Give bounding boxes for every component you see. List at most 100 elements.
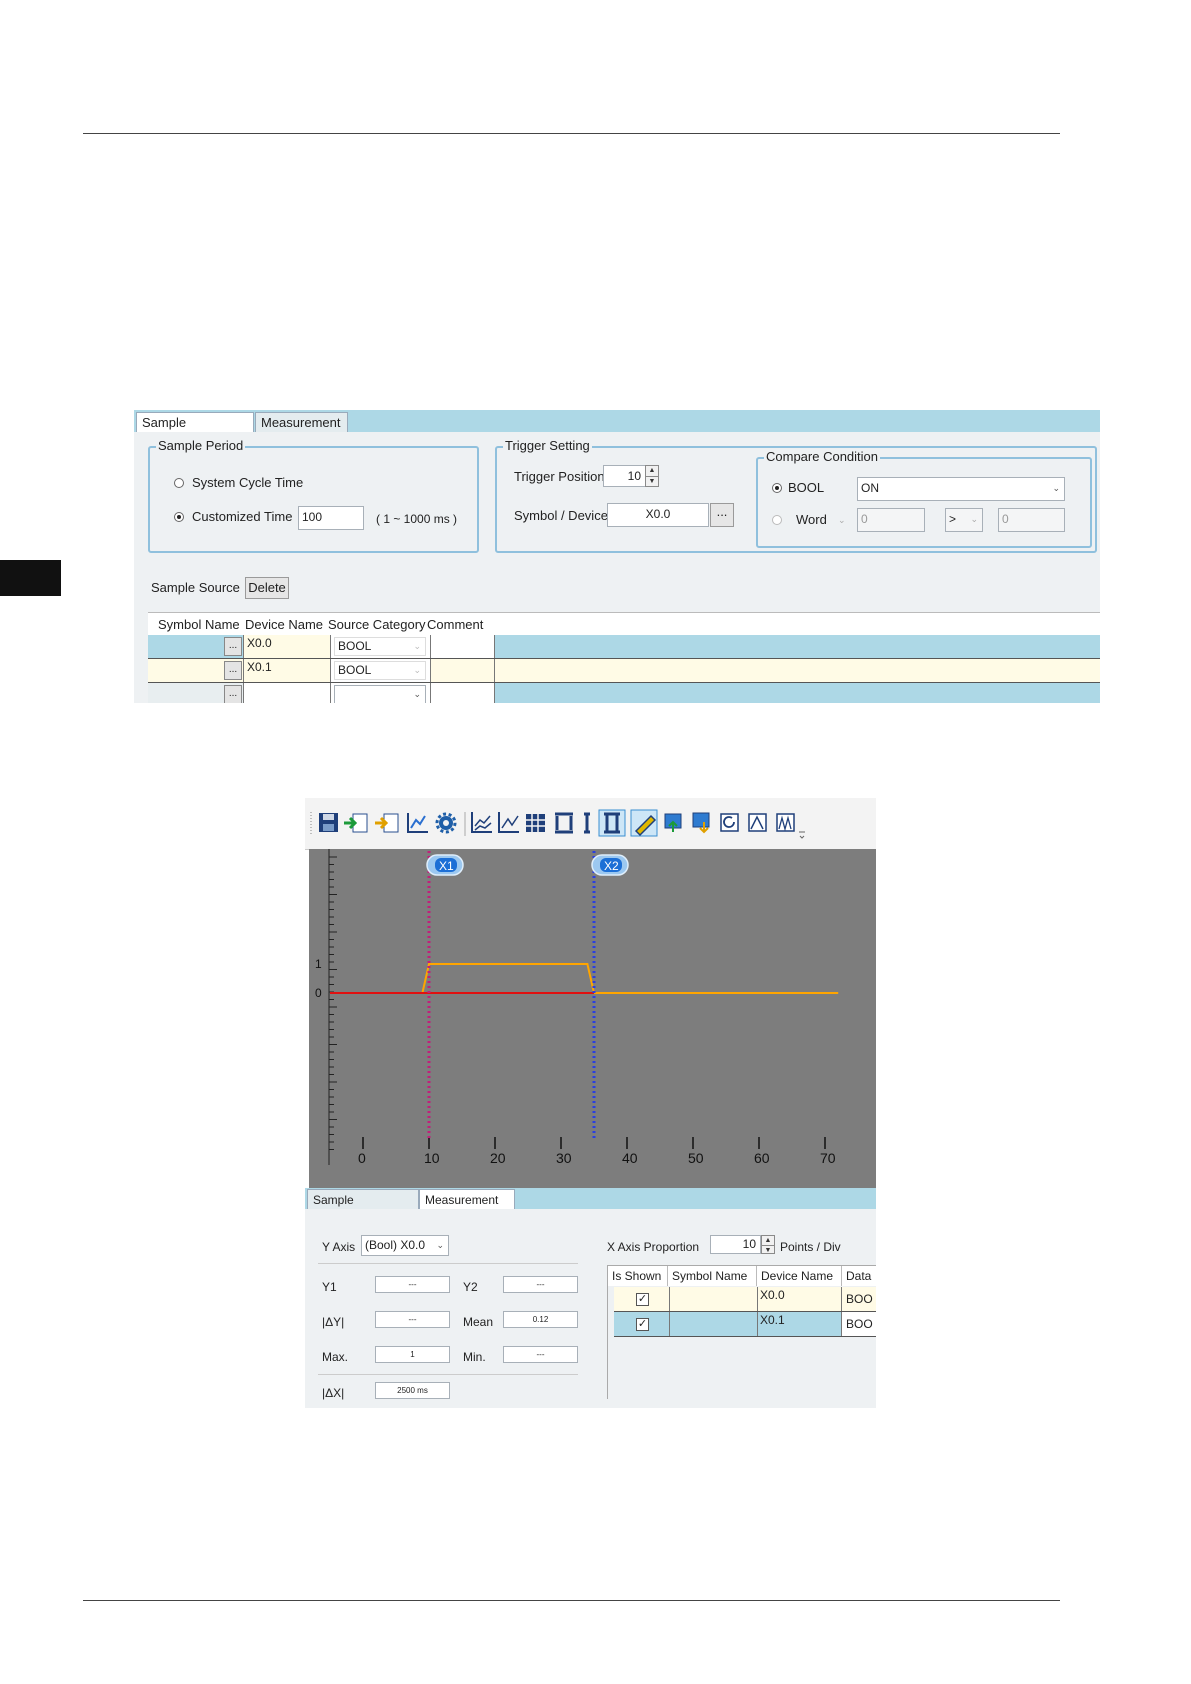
stepper-down-icon[interactable]: ▼ — [762, 1244, 774, 1254]
data-cell[interactable]: BOO — [842, 1312, 876, 1336]
min-label: Min. — [463, 1350, 486, 1364]
max-label: Max. — [322, 1350, 349, 1364]
symbol-device-browse-button[interactable]: ... — [710, 503, 734, 527]
source-category-cell[interactable]: BOOL ⌄ — [331, 659, 431, 682]
line-chart-alt-icon[interactable] — [498, 812, 519, 833]
single-cursor-icon[interactable] — [584, 812, 590, 834]
delete-button[interactable]: Delete — [245, 577, 289, 599]
source-category-cell[interactable]: ⌄ — [331, 683, 431, 703]
symbol-name-cell[interactable]: ... — [148, 635, 244, 658]
trigger-position-stepper[interactable]: ▲ ▼ — [645, 465, 659, 487]
toolbar-icons — [310, 809, 805, 839]
x-tick-label: 20 — [490, 1150, 506, 1166]
x-axis-proportion-input[interactable]: 10 — [710, 1235, 761, 1254]
comment-cell[interactable] — [431, 659, 495, 682]
tab-sample-parameter[interactable]: Sample Parameter — [136, 412, 254, 450]
y2-label: Y2 — [463, 1280, 478, 1294]
save-icon[interactable] — [319, 813, 338, 832]
series-line-0 — [330, 963, 839, 994]
symbol-name-cell[interactable] — [669, 1312, 758, 1336]
word-value-input[interactable]: 0 — [857, 508, 925, 532]
symbol-browse-button[interactable]: ... — [224, 637, 242, 656]
tab-measurement[interactable]: Measurement — [255, 412, 348, 432]
symbol-device-input[interactable]: X0.0 — [607, 503, 709, 527]
customized-time-range-hint: ( 1 ~ 1000 ms ) — [376, 512, 458, 526]
table-row[interactable]: ... X0.0 BOOL ⌄ — [148, 635, 1100, 659]
data-cell[interactable]: BOO — [842, 1287, 876, 1311]
delta-x-value: 2500 ms — [375, 1382, 450, 1399]
upload-icon[interactable] — [664, 813, 682, 832]
symbol-name-cell[interactable]: ... — [148, 659, 244, 682]
y-tick-label: 0 — [315, 986, 322, 1000]
is-shown-cell[interactable]: ✓ — [614, 1312, 670, 1336]
x-tick-label: 0 — [358, 1150, 366, 1166]
word-label: Word — [796, 512, 827, 527]
symbol-name-cell[interactable] — [669, 1287, 758, 1311]
device-name-cell[interactable]: X0.0 — [757, 1287, 842, 1311]
source-category-cell[interactable]: BOOL ⌄ — [331, 635, 431, 658]
col-is-shown: Is Shown — [608, 1266, 668, 1286]
refresh-icon[interactable] — [720, 813, 739, 832]
is-shown-checkbox[interactable]: ✓ — [636, 1293, 649, 1306]
sample-period-group: Sample Period System Cycle Time Customiz… — [148, 438, 479, 553]
word-radio[interactable] — [772, 515, 782, 525]
symbol-name-cell[interactable]: ... — [148, 683, 244, 703]
col-source-category: Source Category — [328, 617, 426, 632]
tab-measurement[interactable]: Measurement — [419, 1189, 515, 1209]
comment-cell[interactable] — [431, 683, 495, 703]
stepper-down-icon[interactable]: ▼ — [646, 476, 658, 486]
table-row[interactable]: ✓ X0.1 BOO — [614, 1312, 876, 1337]
table-row[interactable]: ✓ X0.0 BOO — [614, 1287, 876, 1312]
chevron-down-icon: ⌄ — [970, 514, 978, 524]
trigger-position-input[interactable]: 10 — [603, 465, 646, 487]
system-cycle-time-radio[interactable] — [174, 478, 184, 488]
device-name-cell[interactable]: X0.1 — [244, 659, 331, 682]
word-chevron-down-icon[interactable]: ⌄ — [838, 512, 846, 528]
toolbar-overflow-icon[interactable] — [799, 831, 805, 839]
col-symbol-name: Symbol Name — [158, 617, 240, 632]
is-shown-checkbox[interactable]: ✓ — [636, 1318, 649, 1331]
comment-cell[interactable] — [431, 635, 495, 658]
export-icon[interactable] — [375, 813, 399, 833]
device-name-cell[interactable]: X0.0 — [244, 635, 331, 658]
stepper-up-icon[interactable]: ▲ — [646, 466, 658, 476]
y-axis-select[interactable]: (Bool) X0.0 ⌄ — [361, 1235, 449, 1256]
chart-export-icon[interactable] — [407, 813, 428, 833]
table-row[interactable]: ... X0.1 BOOL ⌄ — [148, 659, 1100, 683]
cursor-x1-label: X1 — [439, 859, 454, 873]
customized-time-radio[interactable] — [174, 512, 184, 522]
bool-value-select[interactable]: ON ⌄ — [857, 477, 1065, 501]
import-icon[interactable] — [344, 813, 368, 833]
download-icon[interactable] — [692, 812, 710, 834]
settings-gear-icon[interactable] — [435, 812, 457, 834]
table-row[interactable]: ... ⌄ — [148, 683, 1100, 703]
symbol-browse-button[interactable]: ... — [224, 685, 242, 703]
signal-table: Is Shown Symbol Name Device Name Data ✓ … — [607, 1265, 876, 1399]
trace-chart-panel: 01010203040506070X1X2 Sample Parameter M… — [305, 798, 876, 1408]
chevron-down-icon: ⌄ — [413, 641, 421, 651]
table-grid-icon[interactable] — [526, 814, 545, 832]
fit-width-icon[interactable] — [555, 812, 573, 834]
peak-icon[interactable] — [748, 813, 767, 832]
customized-time-input[interactable]: 100 — [298, 506, 364, 530]
device-name-cell[interactable]: X0.1 — [757, 1312, 842, 1336]
divider — [318, 1263, 578, 1264]
sample-source-label: Sample Source — [151, 580, 240, 595]
symbol-browse-button[interactable]: ... — [224, 661, 242, 680]
line-chart-icon[interactable] — [471, 812, 492, 833]
compare-value-input[interactable]: 0 — [998, 508, 1065, 532]
stepper-up-icon[interactable]: ▲ — [762, 1236, 774, 1245]
tab-sample-parameter[interactable]: Sample Parameter — [307, 1189, 419, 1227]
multi-peak-icon[interactable] — [776, 813, 795, 832]
delta-y-value: --- — [375, 1311, 450, 1328]
bool-radio[interactable] — [772, 483, 782, 493]
panel-tab-bar: Sample Parameter Measurement — [134, 410, 1100, 450]
device-name-cell[interactable] — [244, 683, 331, 703]
trace-chart[interactable]: 0 1 0 10 20 30 40 50 60 70 X1 X2 — [309, 849, 876, 1188]
x-axis-proportion-stepper[interactable]: ▲ ▼ — [761, 1235, 775, 1254]
is-shown-cell[interactable]: ✓ — [614, 1287, 670, 1311]
chevron-down-icon: ⌄ — [1052, 483, 1060, 493]
compare-operator-select[interactable]: > ⌄ — [945, 508, 983, 532]
signal-table-header: Is Shown Symbol Name Device Name Data — [608, 1266, 876, 1286]
y-tick-label: 1 — [315, 957, 322, 971]
